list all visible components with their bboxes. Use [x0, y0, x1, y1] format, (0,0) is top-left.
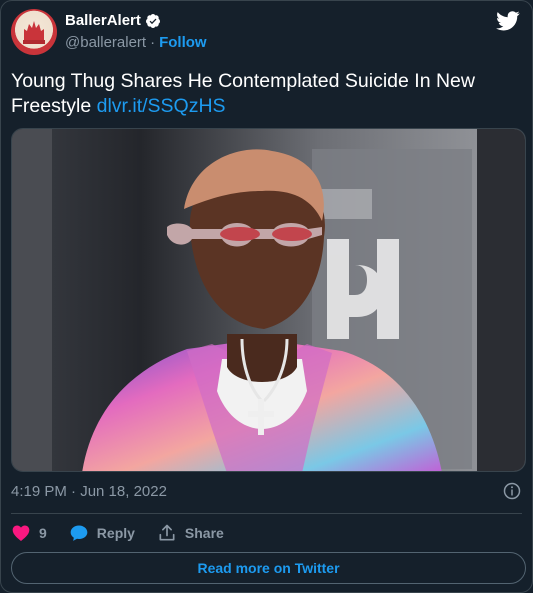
twitter-bird-icon[interactable]	[496, 11, 520, 31]
tweet-photo[interactable]	[11, 128, 526, 472]
handle[interactable]: @balleralert	[65, 34, 146, 51]
info-icon[interactable]	[503, 482, 521, 500]
follow-button[interactable]: Follow	[159, 34, 207, 51]
tweet-body: Young Thug Shares He Contemplated Suicid…	[11, 70, 475, 117]
share-upload-icon	[159, 524, 175, 541]
share-button[interactable]: Share	[157, 523, 224, 543]
action-bar: 9 Reply Share	[11, 521, 224, 545]
name-row: BallerAlert	[65, 12, 161, 29]
like-button[interactable]: 9	[11, 523, 47, 543]
reply-button[interactable]: Reply	[69, 523, 135, 543]
share-label: Share	[184, 525, 224, 541]
like-count: 9	[39, 525, 47, 541]
tweet-embed-card: BallerAlert @balleralert · Follow Young …	[0, 0, 533, 593]
tweet-text: Young Thug Shares He Contemplated Suicid…	[11, 69, 516, 119]
tweet-link[interactable]: dlvr.it/SSQzHS	[97, 95, 226, 117]
verified-badge-icon	[145, 13, 160, 28]
divider	[11, 513, 522, 514]
heart-icon	[12, 525, 30, 541]
tweet-timestamp[interactable]: 4:19 PM · Jun 18, 2022	[11, 483, 167, 500]
balleralert-logo-icon	[23, 21, 45, 44]
photo-illustration	[12, 129, 525, 471]
reply-bubble-icon	[70, 525, 88, 541]
read-more-button[interactable]: Read more on Twitter	[11, 552, 526, 584]
reply-label: Reply	[96, 525, 135, 541]
separator: ·	[150, 34, 156, 51]
avatar[interactable]	[11, 9, 57, 55]
display-name[interactable]: BallerAlert	[65, 12, 141, 29]
handle-row: @balleralert · Follow	[65, 34, 207, 51]
